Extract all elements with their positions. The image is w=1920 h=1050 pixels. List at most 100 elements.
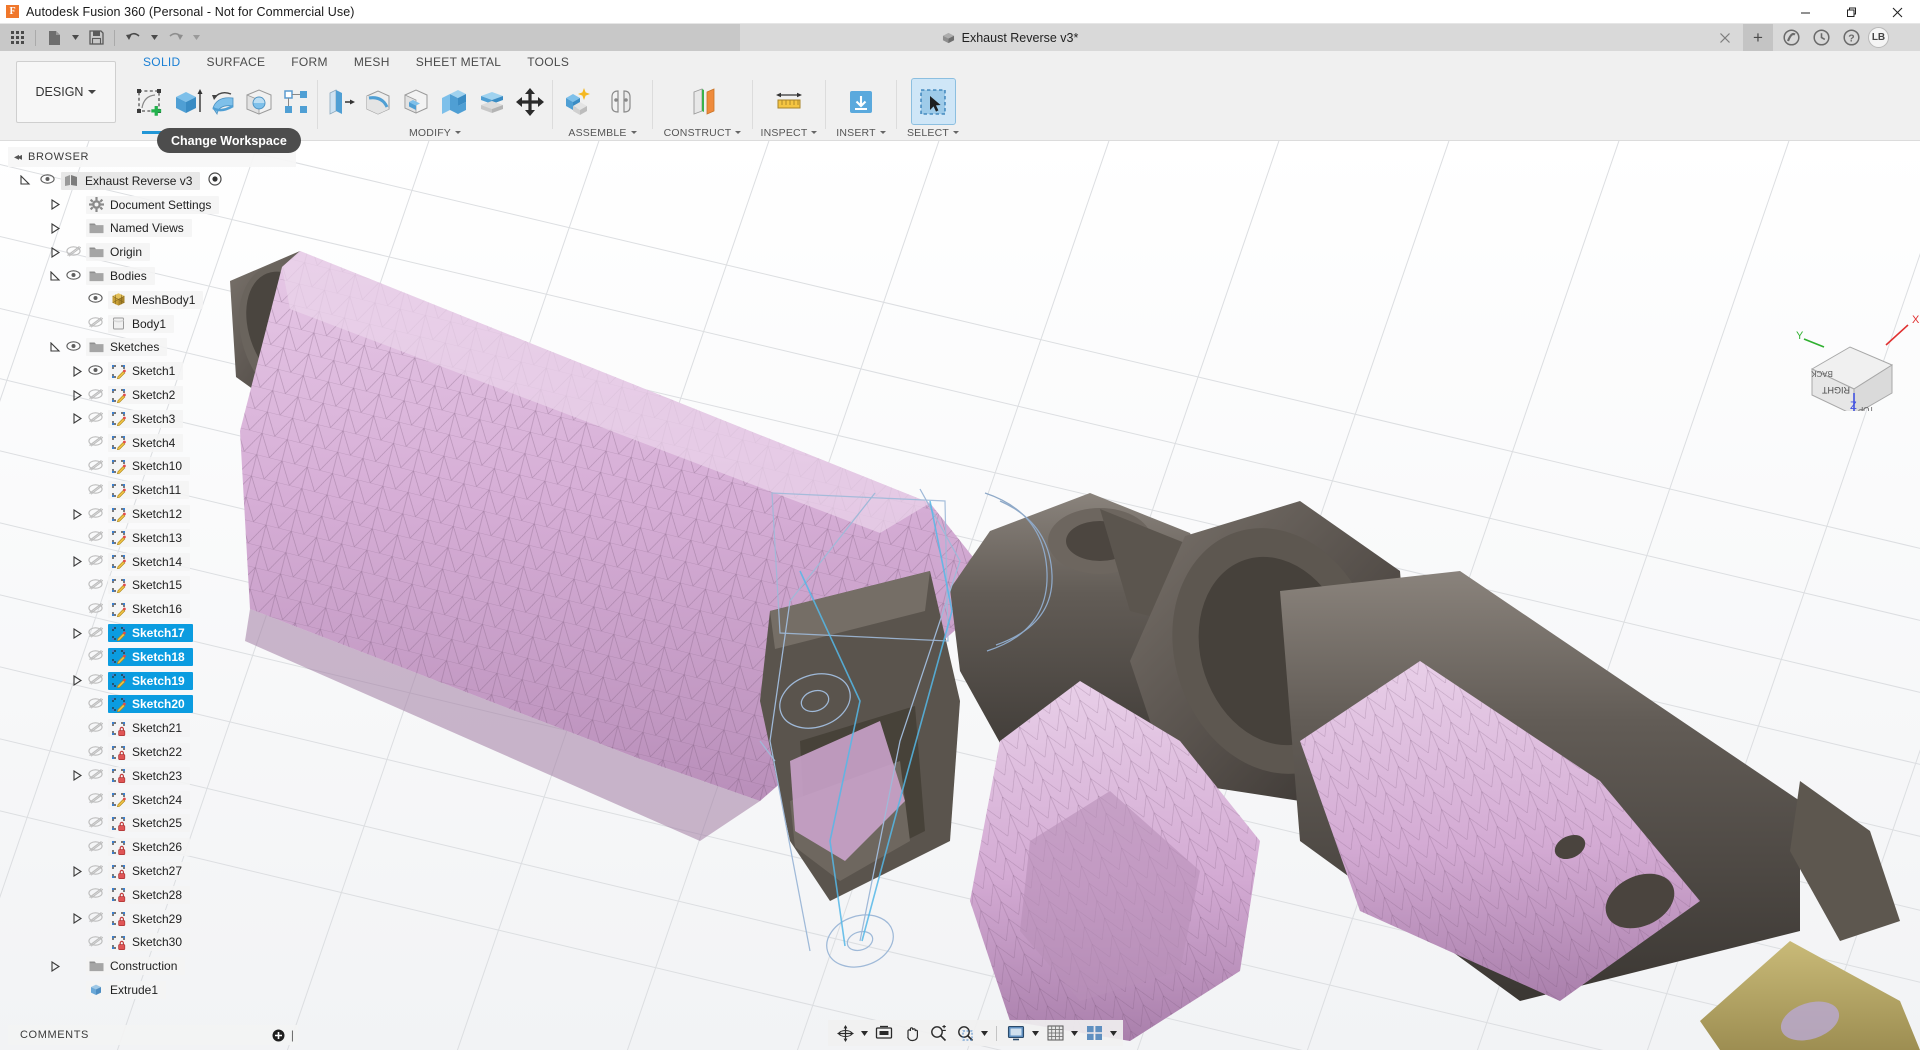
tree-item-content[interactable]: Sketch28: [108, 886, 190, 904]
tree-item-sketch14[interactable]: Sketch14: [0, 550, 302, 574]
tree-item-origin[interactable]: Origin: [0, 240, 302, 264]
shell-button[interactable]: [397, 79, 435, 124]
expand-arrow-closed-icon[interactable]: [48, 198, 62, 212]
tree-item-content[interactable]: Sketch26: [108, 838, 190, 856]
activate-component-radio[interactable]: [208, 172, 222, 189]
visibility-eye-off-icon[interactable]: [88, 578, 103, 593]
tab-sheet-metal[interactable]: SHEET METAL: [403, 51, 515, 73]
data-panel-icon[interactable]: [1778, 24, 1804, 51]
display-settings-icon[interactable]: [1003, 1021, 1029, 1045]
visibility-eye-off-icon[interactable]: [88, 459, 103, 474]
tree-item-content[interactable]: Extrude1: [86, 981, 166, 999]
expand-arrow-closed-icon[interactable]: [70, 912, 84, 926]
maximize-button[interactable]: [1828, 0, 1874, 24]
tree-item-sketch21[interactable]: Sketch21: [0, 716, 302, 740]
workspace-switcher-button[interactable]: DESIGN: [16, 61, 116, 123]
fillet-button[interactable]: [359, 79, 397, 124]
look-at-icon[interactable]: [871, 1021, 897, 1045]
tree-item-sketch15[interactable]: Sketch15: [0, 574, 302, 598]
save-icon[interactable]: [83, 26, 109, 49]
tree-item-sketch30[interactable]: Sketch30: [0, 931, 302, 955]
viewport-layout-icon[interactable]: [1081, 1021, 1107, 1045]
split-body-button[interactable]: [473, 79, 511, 124]
tree-item-content[interactable]: Sketch17: [108, 624, 193, 642]
tree-item-document-settings[interactable]: Document Settings: [0, 193, 302, 217]
panel-select-label[interactable]: SELECT: [898, 124, 968, 141]
offset-plane-button[interactable]: [681, 79, 724, 124]
visibility-eye-off-icon[interactable]: [88, 435, 103, 450]
joint-button[interactable]: [599, 79, 642, 124]
tree-item-sketch27[interactable]: Sketch27: [0, 859, 302, 883]
new-document-tab-button[interactable]: +: [1743, 24, 1773, 51]
collapse-left-icon[interactable]: ◂◂: [14, 152, 20, 163]
panel-inspect-label[interactable]: INSPECT: [754, 124, 824, 141]
tree-item-content[interactable]: Origin: [86, 243, 150, 261]
expand-arrow-closed-icon[interactable]: [48, 221, 62, 235]
zoom-icon[interactable]: [925, 1021, 951, 1045]
visibility-eye-off-icon[interactable]: [88, 316, 103, 331]
tree-item-content[interactable]: Sketch22: [108, 743, 190, 761]
minimize-button[interactable]: [1782, 0, 1828, 24]
visibility-eye-off-icon[interactable]: [88, 626, 103, 641]
tree-item-sketch18[interactable]: Sketch18: [0, 645, 302, 669]
tree-item-content[interactable]: Sketch12: [108, 505, 190, 523]
visibility-eye-off-icon[interactable]: [88, 697, 103, 712]
visibility-eye-off-icon[interactable]: [88, 602, 103, 617]
expand-arrow-closed-icon[interactable]: [70, 412, 84, 426]
tree-item-content[interactable]: Sketch20: [108, 695, 193, 713]
tree-item-content[interactable]: Sketches: [86, 338, 167, 356]
app-grid-icon[interactable]: [4, 26, 30, 49]
zoom-dropdown-caret[interactable]: [979, 1021, 990, 1045]
tree-root-node[interactable]: Exhaust Reverse v3: [0, 169, 302, 193]
visibility-eye-off-icon[interactable]: [88, 864, 103, 879]
expand-arrow-closed-icon[interactable]: [48, 245, 62, 259]
tree-item-sketch3[interactable]: Sketch3: [0, 407, 302, 431]
tree-item-sketch1[interactable]: Sketch1: [0, 359, 302, 383]
select-tool-button[interactable]: [912, 79, 955, 124]
visibility-eye-off-icon[interactable]: [88, 721, 103, 736]
tree-item-construction[interactable]: Construction: [0, 954, 302, 978]
recent-clock-icon[interactable]: [1808, 24, 1834, 51]
view-cube[interactable]: RIGHT BACK TOP X Y Z: [1790, 281, 1920, 411]
visibility-eye-off-icon[interactable]: [88, 816, 103, 831]
tab-solid[interactable]: SOLID: [130, 51, 194, 73]
expand-arrow-open-icon[interactable]: [18, 174, 32, 188]
tree-item-sketch2[interactable]: Sketch2: [0, 383, 302, 407]
tree-item-bodies[interactable]: Bodies: [0, 264, 302, 288]
orbit-dropdown-caret[interactable]: [859, 1021, 870, 1045]
tree-item-named-views[interactable]: Named Views: [0, 217, 302, 241]
grid-snaps-icon[interactable]: [1042, 1021, 1068, 1045]
pattern-button[interactable]: [278, 79, 314, 124]
pan-icon[interactable]: [898, 1021, 924, 1045]
tree-item-content[interactable]: Sketch24: [108, 791, 190, 809]
help-icon[interactable]: ?: [1838, 24, 1864, 51]
visibility-eye-off-icon[interactable]: [88, 745, 103, 760]
expand-arrow-closed-icon[interactable]: [70, 626, 84, 640]
expand-arrow-closed-icon[interactable]: [70, 555, 84, 569]
tree-item-content[interactable]: Sketch21: [108, 719, 190, 737]
visibility-eye-icon[interactable]: [40, 173, 55, 188]
new-component-button[interactable]: [556, 79, 599, 124]
visibility-eye-off-icon[interactable]: [88, 530, 103, 545]
tree-item-content[interactable]: Sketch18: [108, 648, 193, 666]
tree-item-sketch12[interactable]: Sketch12: [0, 502, 302, 526]
tree-item-content[interactable]: Sketch4: [108, 434, 183, 452]
press-pull-button[interactable]: [321, 79, 359, 124]
tree-item-sketch22[interactable]: Sketch22: [0, 740, 302, 764]
tree-item-content[interactable]: Sketch1: [108, 362, 183, 380]
add-comment-icon[interactable]: |: [272, 1028, 294, 1042]
expand-arrow-open-icon[interactable]: [48, 340, 62, 354]
document-tab[interactable]: Exhaust Reverse v3*: [880, 24, 1140, 51]
tree-item-sketch16[interactable]: Sketch16: [0, 597, 302, 621]
tree-item-content[interactable]: Sketch13: [108, 529, 190, 547]
expand-arrow-closed-icon[interactable]: [70, 769, 84, 783]
tree-item-content[interactable]: Sketch23: [108, 767, 190, 785]
expand-arrow-closed-icon[interactable]: [70, 364, 84, 378]
tree-item-content[interactable]: Document Settings: [86, 196, 219, 214]
measure-button[interactable]: [768, 79, 811, 124]
tree-item-sketch23[interactable]: Sketch23: [0, 764, 302, 788]
tree-item-content[interactable]: MeshBody1: [108, 291, 203, 309]
display-settings-dropdown-caret[interactable]: [1030, 1021, 1041, 1045]
tree-item-content[interactable]: Sketch15: [108, 576, 190, 594]
visibility-eye-off-icon[interactable]: [88, 554, 103, 569]
